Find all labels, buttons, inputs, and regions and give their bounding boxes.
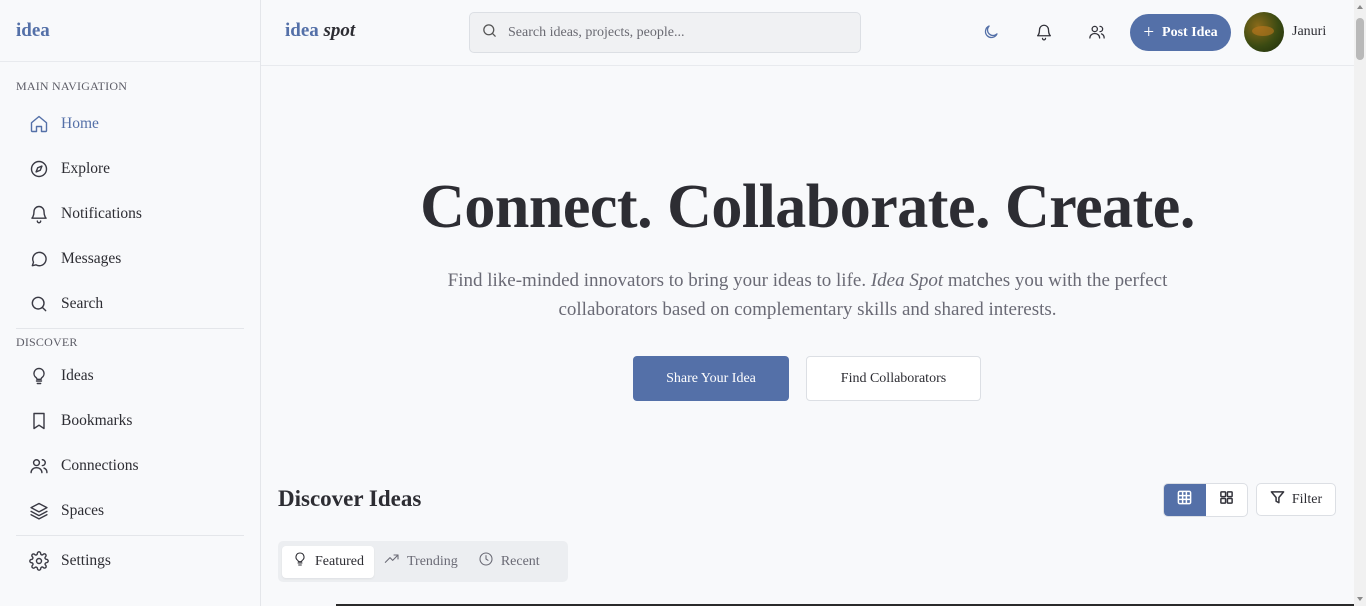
plus-icon: + <box>1143 22 1155 43</box>
lightbulb-icon <box>28 365 50 387</box>
tab-trending[interactable]: Trending <box>374 546 468 578</box>
discover-title: Discover Ideas <box>278 486 422 511</box>
brand-italic: spot <box>323 20 356 41</box>
card-view-button[interactable] <box>1206 484 1248 516</box>
sidebar-divider <box>16 535 244 536</box>
tab-featured[interactable]: Featured <box>282 545 374 578</box>
layers-icon <box>28 500 50 522</box>
filter-label: Filter <box>1291 491 1323 507</box>
moon-icon[interactable] <box>980 21 1002 43</box>
sidebar-item-spaces[interactable]: Spaces <box>0 488 260 533</box>
discover-section-title: DISCOVER <box>16 335 78 349</box>
hero-subtitle: Find like-minded innovators to bring you… <box>400 266 1215 324</box>
sidebar-item-explore[interactable]: Explore <box>0 146 260 191</box>
sidebar: idea MAIN NAVIGATION Home Explore Notifi… <box>0 0 261 606</box>
bell-icon <box>28 203 50 225</box>
scroll-down-arrow-icon[interactable] <box>1357 597 1363 601</box>
sidebar-item-label: Spaces <box>61 501 105 519</box>
tab-label: Featured <box>315 553 364 569</box>
username[interactable]: Januri <box>1292 24 1326 40</box>
sidebar-item-label: Ideas <box>61 366 94 384</box>
sidebar-item-label: Connections <box>61 456 139 474</box>
users-icon[interactable] <box>1086 21 1108 43</box>
sidebar-item-bookmarks[interactable]: Bookmarks <box>0 398 260 443</box>
trending-icon <box>384 551 407 572</box>
sidebar-divider <box>16 328 244 329</box>
compass-icon <box>28 158 50 180</box>
post-idea-button[interactable]: + Post Idea <box>1130 14 1231 51</box>
message-icon <box>28 248 50 270</box>
hero-subtitle-brand: Idea Spot <box>870 270 944 291</box>
search-input[interactable] <box>508 24 838 41</box>
gear-icon <box>28 550 50 572</box>
sidebar-item-label: Messages <box>61 249 122 267</box>
brand-main: idea <box>285 20 319 41</box>
sidebar-item-label: Settings <box>61 551 111 569</box>
lightbulb-icon <box>292 551 315 572</box>
tab-label: Recent <box>500 553 540 569</box>
tab-recent[interactable]: Recent <box>468 546 550 578</box>
sidebar-item-label: Notifications <box>61 204 142 222</box>
main-navigation-title: MAIN NAVIGATION <box>16 79 128 93</box>
bell-icon[interactable] <box>1033 21 1055 43</box>
scroll-up-arrow-icon[interactable] <box>1357 5 1363 9</box>
search-icon <box>28 293 50 315</box>
sidebar-logo[interactable]: idea <box>0 0 260 62</box>
table-view-button[interactable] <box>1164 484 1206 516</box>
sidebar-item-messages[interactable]: Messages <box>0 236 260 281</box>
view-toggle <box>1163 483 1248 517</box>
hero-subtitle-start: Find like-minded innovators to bring you… <box>447 270 871 291</box>
filter-button[interactable]: Filter <box>1256 483 1336 516</box>
search-icon <box>481 22 498 44</box>
scrollbar[interactable] <box>1354 0 1366 606</box>
sidebar-item-label: Bookmarks <box>61 411 133 429</box>
share-idea-button[interactable]: Share Your Idea <box>633 356 789 401</box>
sidebar-item-settings[interactable]: Settings <box>0 538 260 583</box>
discover-tabs: Featured Trending Recent <box>278 541 568 582</box>
sidebar-item-home[interactable]: Home <box>0 101 260 146</box>
clock-icon <box>478 551 501 572</box>
scrollbar-thumb[interactable] <box>1356 18 1364 60</box>
sidebar-item-label: Home <box>61 114 99 132</box>
sidebar-item-label: Search <box>61 294 104 312</box>
post-idea-label: Post Idea <box>1162 24 1218 40</box>
grid-icon <box>1219 490 1234 510</box>
users-icon <box>28 455 50 477</box>
hero-title: Connect. Collaborate. Create. <box>420 173 1195 241</box>
sidebar-item-notifications[interactable]: Notifications <box>0 191 260 236</box>
sidebar-item-ideas[interactable]: Ideas <box>0 353 260 398</box>
bookmark-icon <box>28 410 50 432</box>
find-collaborators-button[interactable]: Find Collaborators <box>806 356 981 401</box>
search-bar[interactable] <box>469 12 861 53</box>
top-bar: idea spot + Post Idea Januri <box>261 0 1354 66</box>
sidebar-item-label: Explore <box>61 159 111 177</box>
home-icon <box>28 113 50 135</box>
brand-logo[interactable]: idea spot <box>285 20 355 42</box>
filter-icon <box>1270 490 1292 510</box>
sidebar-item-connections[interactable]: Connections <box>0 443 260 488</box>
table-grid-icon <box>1177 490 1192 510</box>
avatar[interactable] <box>1244 12 1284 52</box>
sidebar-item-search[interactable]: Search <box>0 281 260 326</box>
tab-label: Trending <box>406 553 458 569</box>
